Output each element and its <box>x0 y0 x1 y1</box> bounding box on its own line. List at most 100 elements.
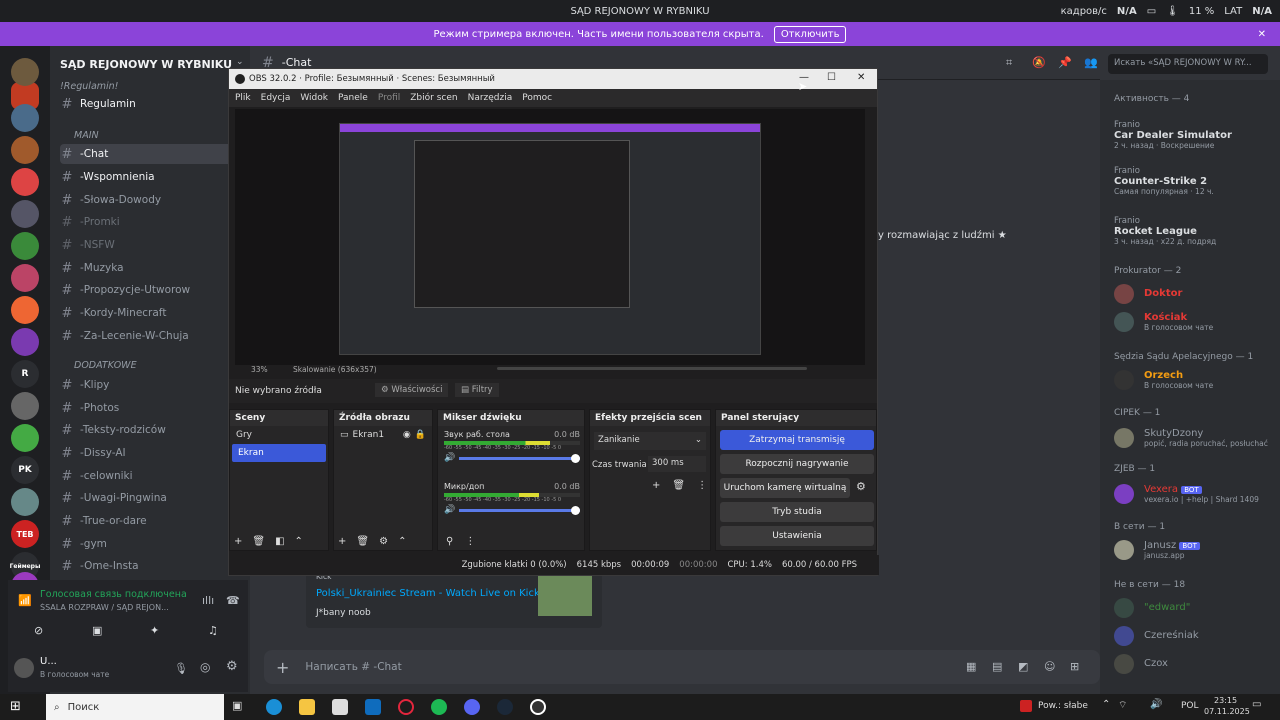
outlook-icon[interactable] <box>365 699 381 715</box>
explorer-icon[interactable] <box>299 699 315 715</box>
menu-file[interactable]: Plik <box>235 93 251 103</box>
weather-text[interactable]: Pow.: słabe <box>1038 701 1088 711</box>
channel-uwagi[interactable]: # -Uwagi-Pingwina <box>60 488 245 508</box>
volume-icon[interactable]: 🔊 <box>1150 699 1162 710</box>
server-icon[interactable] <box>11 488 39 516</box>
gear-icon[interactable]: ⚙ <box>379 536 388 547</box>
filters-button[interactable]: ▤ Filtry <box>455 383 499 397</box>
server-icon[interactable] <box>11 104 39 132</box>
menu-profile[interactable]: Profil <box>378 93 400 103</box>
category-dodatkowe[interactable]: DODATKOWE <box>74 360 137 371</box>
duration-input[interactable]: 300 ms <box>648 456 706 472</box>
volume-slider[interactable] <box>459 505 580 515</box>
more-icon[interactable]: ⋮ <box>465 536 475 547</box>
properties-button[interactable]: ⚙ Właściwości <box>375 383 449 397</box>
emoji-icon[interactable]: ☺ <box>1044 660 1055 673</box>
channel-dissy[interactable]: # -Dissy-AI <box>60 443 245 463</box>
channel-nsfw[interactable]: # -NSFW <box>60 235 245 255</box>
menu-docks[interactable]: Panele <box>338 93 368 103</box>
avatar[interactable] <box>1114 312 1134 332</box>
member-item[interactable]: Janusz BOT janusz.app <box>1144 540 1274 560</box>
camera-off-icon[interactable]: ⊘ <box>34 624 43 637</box>
channel-photos[interactable]: # -Photos <box>60 398 245 418</box>
avatar[interactable] <box>1114 654 1134 674</box>
server-icon[interactable] <box>11 328 39 356</box>
activity-card[interactable]: Franio Rocket League 3 ч. назад · x22 д.… <box>1114 216 1274 246</box>
filter-icon[interactable]: ◧ <box>275 536 284 547</box>
zoom-level[interactable]: 33% <box>251 365 268 374</box>
guild-name[interactable]: SĄD REJONOWY W RYBNIKU <box>60 58 232 71</box>
disconnect-icon[interactable]: ☎ <box>226 594 240 607</box>
server-icon[interactable]: PK <box>11 456 39 484</box>
maximize-icon[interactable]: ☐ <box>827 72 836 83</box>
channel-slowa-dowody[interactable]: # -Słowa-Dowody <box>60 190 245 210</box>
menu-tools[interactable]: Narzędzia <box>468 93 513 103</box>
search-input[interactable]: Искать «SĄD REJONOWY W RY... <box>1108 54 1268 74</box>
preview-scrollbar[interactable] <box>497 367 807 370</box>
source-item[interactable]: ▭ Ekran1 ◉ 🔒 <box>334 426 432 444</box>
more-icon[interactable]: ⋮ <box>697 480 707 491</box>
avatar[interactable] <box>1114 598 1134 618</box>
server-icon[interactable]: R <box>11 360 39 388</box>
screen-share-icon[interactable]: ▣ <box>92 624 102 637</box>
windows-start-icon[interactable]: ⊞ <box>10 699 21 714</box>
pin-icon[interactable]: 📌 <box>1058 56 1072 69</box>
add-icon[interactable]: + <box>234 536 242 547</box>
member-item[interactable]: Czereśniak <box>1144 630 1280 641</box>
edge-icon[interactable] <box>266 699 282 715</box>
clock-date[interactable]: 07.11.2025 <box>1204 707 1250 716</box>
wifi-icon[interactable]: ⌔ <box>1118 699 1127 712</box>
menu-help[interactable]: Pomoc <box>522 93 552 103</box>
start-recording-button[interactable]: Rozpocznij nagrywanie <box>720 454 874 474</box>
opera-icon[interactable] <box>398 699 414 715</box>
add-icon[interactable]: + <box>338 536 346 547</box>
gear-icon[interactable]: ⚙ <box>226 659 238 674</box>
studio-mode-button[interactable]: Tryb studia <box>720 502 874 522</box>
transition-select[interactable]: Zanikanie ⌄ <box>594 432 706 450</box>
link-icon[interactable]: ⚲ <box>446 536 453 547</box>
members-icon[interactable]: 👥 <box>1084 56 1098 69</box>
server-icon[interactable] <box>11 392 39 420</box>
add-attachment-icon[interactable]: + <box>276 658 289 677</box>
member-item[interactable]: SkutyDzony popić, radia poruchać, posłuc… <box>1144 428 1274 448</box>
channel-muzyka[interactable]: # -Muzyka <box>60 258 245 278</box>
close-icon[interactable]: ✕ <box>857 72 865 83</box>
soundboard-icon[interactable]: ♫ <box>208 624 218 637</box>
up-icon[interactable]: ⌃ <box>398 536 406 547</box>
member-item[interactable]: Czox <box>1144 658 1280 669</box>
clock-time[interactable]: 23:15 <box>1214 696 1237 705</box>
threads-icon[interactable]: ⌗ <box>1006 56 1012 70</box>
speaker-icon[interactable]: 🔊 <box>444 453 455 463</box>
lock-icon[interactable]: 🔒 <box>415 430 426 440</box>
menu-scene-collection[interactable]: Zbiór scen <box>410 93 457 103</box>
channel-za-lecenie[interactable]: # -Za-Lecenie-W-Chuja <box>60 326 245 346</box>
avatar[interactable] <box>14 658 34 678</box>
server-icon[interactable] <box>11 232 39 260</box>
member-item[interactable]: Kościak В голосовом чате <box>1144 312 1264 332</box>
notification-icon[interactable]: ▭ <box>1252 699 1261 710</box>
avatar[interactable] <box>1114 626 1134 646</box>
embed-thumbnail[interactable] <box>538 574 592 616</box>
channel-klipy[interactable]: # -Klipy <box>60 375 245 395</box>
channel-kordy[interactable]: # -Kordy-Minecraft <box>60 303 245 323</box>
voice-channel[interactable]: ŚSALA ROZPRAW / SĄD REJON... <box>40 603 190 612</box>
add-icon[interactable]: + <box>652 480 660 491</box>
task-view-icon[interactable]: ▣ <box>232 699 248 715</box>
avatar[interactable] <box>1114 284 1134 304</box>
channel-chat[interactable]: # -Chat <box>60 144 245 164</box>
server-icon[interactable] <box>11 136 39 164</box>
server-icon[interactable] <box>11 296 39 324</box>
up-icon[interactable]: ⌃ <box>295 536 303 547</box>
channel-ome-insta[interactable]: # -Ome-Insta <box>60 556 245 576</box>
avatar[interactable] <box>1114 540 1134 560</box>
channel-teksty[interactable]: # -Teksty-rodziców <box>60 420 245 440</box>
scene-item[interactable]: Ekran <box>232 444 326 462</box>
start-virtual-camera-button[interactable]: Uruchom kamerę wirtualną <box>720 478 850 498</box>
language-indicator[interactable]: POL <box>1181 701 1199 711</box>
spotify-icon[interactable] <box>431 699 447 715</box>
eye-icon[interactable]: ◉ <box>403 430 411 440</box>
volume-slider[interactable] <box>459 453 580 463</box>
server-icon[interactable]: TEB <box>11 520 39 548</box>
store-icon[interactable] <box>332 699 348 715</box>
apps-icon[interactable]: ⊞ <box>1070 660 1079 673</box>
